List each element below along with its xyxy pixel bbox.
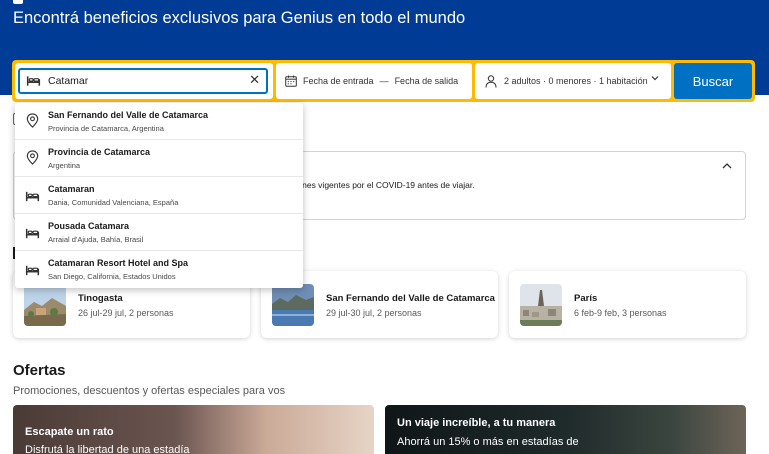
close-icon[interactable]: ✕	[249, 72, 260, 88]
autocomplete-dropdown: San Fernando del Valle de Catamarca Prov…	[15, 103, 303, 288]
autocomplete-item[interactable]: Catamaran Resort Hotel and Spa San Diego…	[15, 251, 303, 288]
autocomplete-subtitle: San Diego, California, Estados Unidos	[48, 272, 176, 281]
checkout-label: Fecha de salida	[394, 76, 459, 86]
destination-field: ✕	[15, 63, 273, 99]
promo-card-trip[interactable]: Un viaje increíble, a tu manera Ahorrá u…	[385, 405, 746, 454]
recent-search-meta: 6 feb-9 feb, 3 personas	[574, 308, 667, 318]
offers-title: Ofertas	[13, 362, 66, 379]
recent-search-name: Tinogasta	[78, 293, 123, 304]
autocomplete-title: San Fernando del Valle de Catamarca	[48, 110, 209, 120]
chevron-up-icon[interactable]	[722, 162, 732, 170]
bed-icon	[25, 228, 40, 239]
checkin-label: Fecha de entrada	[303, 76, 374, 86]
recent-search-name: San Fernando del Valle de Catamarca	[326, 293, 495, 304]
autocomplete-title: Catamaran Resort Hotel and Spa	[48, 258, 189, 268]
recent-search-card[interactable]: París 6 feb-9 feb, 3 personas	[509, 271, 746, 338]
recent-search-meta: 26 jul-29 jul, 2 personas	[78, 308, 174, 318]
guests-label: 2 adultos · 0 menores · 1 habitación	[504, 76, 648, 86]
location-pin-icon	[26, 113, 39, 128]
search-button[interactable]: Buscar	[674, 63, 752, 99]
autocomplete-subtitle: Argentina	[48, 161, 81, 170]
hero-subtitle: Encontrá beneficios exclusivos para Geni…	[13, 9, 466, 27]
destination-thumbnail	[24, 284, 66, 326]
bed-icon	[25, 191, 40, 202]
chevron-down-icon	[651, 76, 659, 81]
autocomplete-item[interactable]: Catamaran Dania, Comunidad Valenciana, E…	[15, 177, 303, 214]
hero-title-fragment	[13, 0, 23, 4]
autocomplete-title: Pousada Catamara	[48, 221, 130, 231]
destination-input[interactable]	[48, 72, 238, 90]
location-pin-icon	[26, 150, 39, 165]
promo-text: Ahorrá un 15% o más en estadías de	[397, 436, 579, 448]
destination-thumbnail	[520, 284, 562, 326]
bed-icon	[25, 265, 40, 276]
autocomplete-item[interactable]: San Fernando del Valle de Catamarca Prov…	[15, 103, 303, 140]
covid-notice-text: cciones vigentes por el COVID-19 antes d…	[287, 180, 475, 190]
promo-title: Un viaje increíble, a tu manera	[397, 417, 556, 429]
dates-field[interactable]: Fecha de entrada — Fecha de salida	[276, 63, 472, 99]
person-icon	[485, 74, 497, 88]
autocomplete-title: Provincia de Catamarca	[48, 147, 151, 157]
search-bar: ✕ Fecha de entrada — Fecha de salida 2 a…	[12, 60, 755, 102]
page: Encontrá beneficios exclusivos para Geni…	[0, 0, 769, 454]
autocomplete-subtitle: Arraial d'Ajuda, Bahía, Brasil	[48, 235, 144, 244]
autocomplete-title: Catamaran	[48, 184, 95, 194]
recent-search-meta: 29 jul-30 jul, 2 personas	[326, 308, 422, 318]
bed-icon	[26, 76, 41, 86]
offers-subtitle: Promociones, descuentos y ofertas especi…	[13, 385, 286, 397]
recent-search-name: París	[574, 293, 598, 304]
promo-title: Escapate un rato	[25, 426, 114, 438]
autocomplete-item[interactable]: Provincia de Catamarca Argentina	[15, 140, 303, 177]
autocomplete-subtitle: Provincia de Catamarca, Argentina	[48, 124, 164, 133]
autocomplete-item[interactable]: Pousada Catamara Arraial d'Ajuda, Bahía,…	[15, 214, 303, 251]
destination-input-wrapper[interactable]: ✕	[18, 68, 268, 94]
dates-separator: —	[379, 76, 389, 86]
guests-field[interactable]: 2 adultos · 0 menores · 1 habitación	[475, 63, 671, 99]
promo-text: Disfrutá la libertad de una estadía	[25, 444, 190, 454]
promo-card-getaway[interactable]: Escapate un rato Disfrutá la libertad de…	[13, 405, 374, 454]
calendar-icon	[285, 75, 297, 87]
destination-thumbnail	[272, 284, 314, 326]
autocomplete-subtitle: Dania, Comunidad Valenciana, España	[48, 198, 179, 207]
